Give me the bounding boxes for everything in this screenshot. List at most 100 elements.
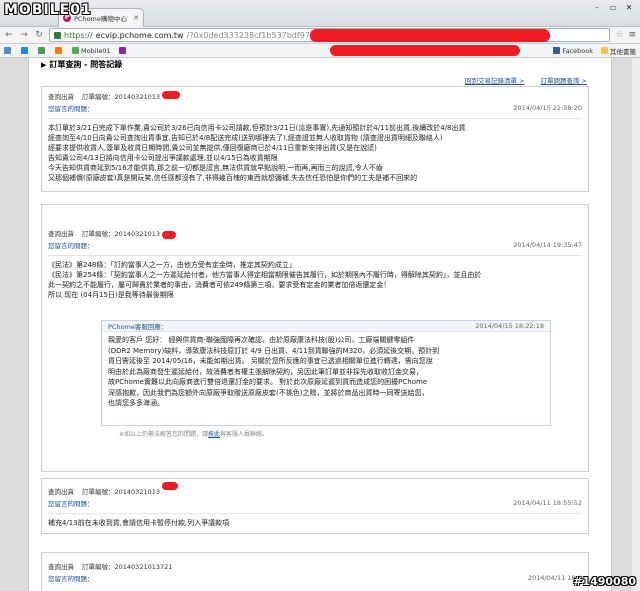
question-label: 您留言的問題： <box>48 105 94 113</box>
card-header: 查詢出貨 訂單編號：20140321013 <box>42 90 588 102</box>
order-id: 訂單編號：20140321013 <box>82 93 160 101</box>
contact-notice: ※如以上仍無法解答您的問題，請按此與客服人員聯絡。 <box>119 431 269 438</box>
reply-header: PChome客服回應： 2014/04/15 18:22:18 <box>102 321 550 332</box>
question-label: 您留言的問題： <box>48 575 94 583</box>
order-category: 查詢出貨 <box>48 230 74 238</box>
reply-label: PChome客服回應： <box>108 323 168 331</box>
timestamp: 2014/04/11 18:55:52 <box>513 499 582 507</box>
qa-card: 查詢出貨 訂單編號：20140321013 您留言的問題： 2014/04/11… <box>41 478 589 534</box>
lock-icon <box>54 31 61 39</box>
redaction-mark <box>162 91 180 99</box>
arrow-right-icon: ▶ <box>41 60 47 69</box>
scrollbar[interactable] <box>632 58 640 591</box>
redaction-mark <box>330 45 520 56</box>
window-controls: – ▭ ✕ <box>590 3 636 13</box>
card-header: 查詢出貨 訂單編號：20140321013 <box>42 485 588 497</box>
message-line: 補充4/13前在未收到貨,會請信用卡暫停付款,列入爭議款項 <box>48 519 230 527</box>
message-line: 《民法》第248條：「訂約當事人之一方，由他方受有定金時，推定其契約成立」 <box>48 261 296 269</box>
redaction-mark <box>162 231 176 239</box>
reply-line: 故PChome實難以此向廠商進行雙倍退還訂金的要求。 對於此次原廠延遲到貨而造成… <box>108 378 428 386</box>
bookmark-item[interactable] <box>118 47 128 54</box>
url-scheme: https:// <box>64 30 93 40</box>
mobile01-watermark-logo: MOBILE01 <box>4 2 92 18</box>
divider <box>48 118 582 119</box>
browser-tab-strip: P PChome購物中心 ✕ – ▭ ✕ <box>0 0 640 27</box>
reply-line: 親愛的客戶 您好： 經與供貨商-聯強國際再次確認，由於原廠康法科技(股)公司，工… <box>108 336 415 344</box>
order-category: 查詢出貨 <box>48 93 74 101</box>
tab-close-icon[interactable]: ✕ <box>133 14 139 22</box>
bookmark-other-folder[interactable]: 其他書籤 <box>601 46 636 56</box>
mobile01-favicon-icon <box>72 47 79 54</box>
message-line: 經要求提供收貨人,簽單及收貨日期時間,貴公司並無提供,僅回復廠商已於4/11日重… <box>48 144 377 152</box>
message-line: 《民法》第254條：「契約當事人之一方遲延給付者，他方當事人得定相當期限催告其履… <box>48 271 482 279</box>
page-viewport: ▶ 訂單查詢 - 問答記錄 回到交易記錄清單 > 訂單問題查詢 > 查詢出貨 訂… <box>0 58 640 591</box>
question-label: 您留言的問題： <box>48 500 94 508</box>
bookmarks-bar: Mobile01 Facebook 其他書籤 <box>0 44 640 58</box>
divider <box>48 255 582 256</box>
back-to-orders-link[interactable]: 回到交易記錄清單 > <box>465 75 525 85</box>
question-label: 您留言的問題： <box>48 242 94 250</box>
timestamp: 2014/04/15 21:58:20 <box>513 104 582 112</box>
top-links: 回到交易記錄清單 > 訂單問題查詢 > <box>465 75 587 85</box>
bookmark-item[interactable] <box>38 47 47 54</box>
question-row: 您留言的問題： 2014/04/11 18:4 <box>42 572 588 584</box>
content-panel: ▶ 訂單查詢 - 問答記錄 回到交易記錄清單 > 訂單問題查詢 > 查詢出貨 訂… <box>28 58 612 591</box>
timestamp: 2014/04/14 19:35:47 <box>513 241 582 249</box>
bookmark-favicon-icon <box>21 47 28 54</box>
reload-icon[interactable]: ↻ <box>34 30 44 40</box>
back-icon[interactable]: ← <box>4 30 14 40</box>
customer-service-reply: PChome客服回應： 2014/04/15 18:22:18 親愛的客戶 您好… <box>101 320 551 426</box>
menu-icon[interactable]: ≡ <box>628 30 636 40</box>
reply-line: 深感抱歉，因此我們為您額外向原廠爭取贈送原廠皮套(不挑色)之贈，並將於商品出貨時… <box>108 388 429 397</box>
url-host: ecvip.pchome.com.tw <box>95 30 184 40</box>
qa-card: 查詢出貨 訂單編號：20140321013 您留言的問題： 2014/04/15… <box>41 86 589 192</box>
message-line: 經查詢至4/10日向貴公司查詢出貨事宜,告知已於4/8配送完成(送到哪裡去了),… <box>48 134 443 142</box>
question-row: 您留言的問題： 2014/04/11 18:55:52 <box>42 497 588 509</box>
message-line: 告知貴公司4/13日將向信用卡公司提出爭議款處理,並以4/15日為收貨期限 <box>48 154 278 162</box>
redaction-mark <box>310 29 550 42</box>
message-line: 又那個補償(原廠皮套)真是開玩笑,信任感都沒有了,非得幾百塊的東西就想彌補,失去… <box>48 174 418 182</box>
folder-icon <box>601 47 608 54</box>
maximize-icon[interactable]: ▭ <box>606 3 620 13</box>
forward-icon[interactable]: → <box>19 30 29 40</box>
bookmark-item[interactable] <box>21 47 30 54</box>
order-id: 訂單編號：20140321013 <box>82 230 160 238</box>
message-line: 此一契約之不能履行，屬可歸責於業者的事由，消費者可依249條第三項，要求受有定金… <box>48 281 391 289</box>
reply-line: 明由於此為廠商發生遲延給付，故消費者有權主張解除契約，另因此筆訂單並非採先收取收… <box>108 367 423 376</box>
card-header: 查詢出貨 訂單編號：20140321013 <box>42 227 588 239</box>
reply-line: (DDR2 Memory)缺料，導致康法科技原訂於 4/9 日出貨、4/11到貨… <box>108 346 440 355</box>
card-header: 查詢出貨 訂單編號：20140321013721 <box>42 560 588 572</box>
order-faq-link[interactable]: 訂單問題查詢 > <box>540 75 587 85</box>
bookmark-favicon-icon <box>4 47 11 54</box>
message-line: 今天告知供貨商延到5/16才能供貨,那之前一切都是謊言,無法供貨就早點說明,一而… <box>48 164 383 172</box>
message-line: 本訂單於3/21日完成下單作業,貴公司於3/26已向信用卡公司請款,但預計3/2… <box>48 124 466 132</box>
question-row: 您留言的問題： 2014/04/14 19:35:47 <box>42 239 588 251</box>
redaction-mark <box>162 482 178 490</box>
page-title: 訂單查詢 - 問答記錄 <box>49 60 123 69</box>
order-category: 查詢出貨 <box>48 488 74 496</box>
question-row: 您留言的問題： 2014/04/15 21:58:20 <box>42 102 588 114</box>
bookmark-item[interactable] <box>4 47 13 54</box>
bookmark-favicon-icon <box>118 47 126 54</box>
bookmark-item[interactable] <box>55 47 64 54</box>
reply-line: 貨日需延後至 2014/05/16，未能如期出貨。 另關於您所反應的事宜已透過相… <box>108 357 433 365</box>
divider <box>48 513 582 514</box>
qa-card: 查詢出貨 訂單編號：20140321013721 您留言的問題： 2014/04… <box>41 552 589 591</box>
order-id: 訂單編號：20140321013721 <box>82 563 173 571</box>
page-heading: ▶ 訂單查詢 - 問答記錄 <box>41 59 122 70</box>
bookmark-mobile01[interactable]: Mobile01 <box>72 47 111 55</box>
bookmark-favicon-icon <box>55 47 62 54</box>
bookmark-favicon-icon <box>38 47 45 54</box>
watermark-id: #1490080 <box>573 575 636 588</box>
reply-line: 也請您多多海涵。 <box>108 399 164 407</box>
order-category: 查詢出貨 <box>48 563 74 571</box>
contact-link[interactable]: 按此 <box>208 431 220 438</box>
message-line: 所以 现在 (04月15日)是我等待最後期限 <box>48 291 174 299</box>
bookmark-star-icon[interactable]: ☆ <box>615 30 623 40</box>
facebook-icon <box>553 47 561 54</box>
minimize-icon[interactable]: – <box>590 3 604 13</box>
order-id: 訂單編號：20140321013 <box>82 488 160 496</box>
bookmark-facebook[interactable]: Facebook <box>553 47 593 55</box>
close-window-icon[interactable]: ✕ <box>622 3 636 13</box>
reply-timestamp: 2014/04/15 18:22:18 <box>475 322 544 330</box>
